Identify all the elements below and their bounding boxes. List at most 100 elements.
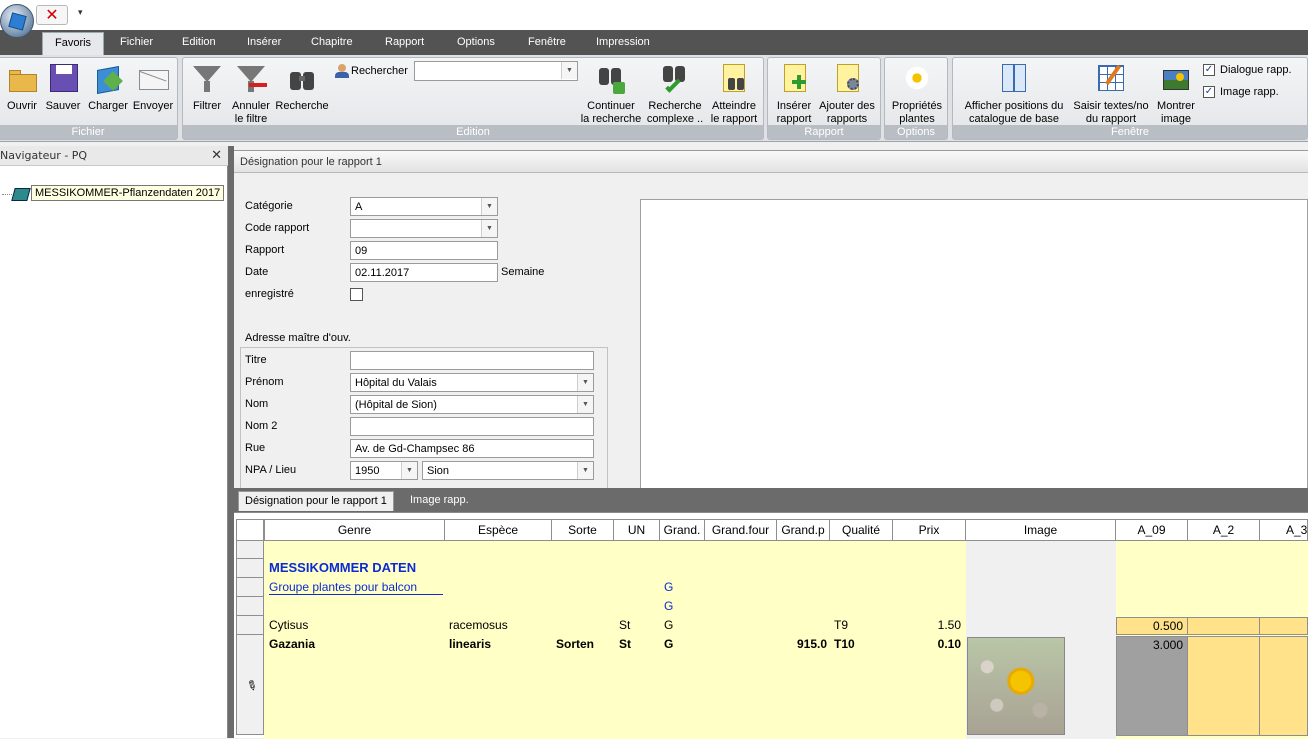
quick-access-dropdown-icon[interactable]: ▾ <box>78 8 83 18</box>
rapport-input[interactable]: 09 <box>350 241 498 260</box>
rue-input[interactable]: Av. de Gd-Champsec 86 <box>350 439 594 458</box>
afficher-positions-button[interactable]: Afficher positions du catalogue de base <box>957 62 1071 126</box>
row2-grand[interactable]: G <box>664 637 673 651</box>
npa-select[interactable]: 1950 ▼ <box>350 461 418 480</box>
categorie-select[interactable]: A ▼ <box>350 197 498 216</box>
atteindre-rapport-button[interactable]: Atteindre le rapport <box>705 62 763 126</box>
annuler-filtre-button[interactable]: Annuler le filtre <box>229 62 273 126</box>
funnel-icon <box>191 62 223 94</box>
grid-heading: MESSIKOMMER DATEN <box>269 560 417 575</box>
row2-qualite[interactable]: T10 <box>834 637 855 651</box>
continuer-recherche-button[interactable]: Continuer la recherche <box>579 62 643 126</box>
rechercher-label: Rechercher <box>351 65 408 77</box>
row-header[interactable] <box>236 541 264 559</box>
chevron-down-icon[interactable]: ▼ <box>401 462 417 479</box>
nom2-input[interactable] <box>350 417 594 436</box>
chevron-down-icon[interactable]: ▼ <box>577 374 593 391</box>
chevron-down-icon[interactable]: ▼ <box>481 198 497 215</box>
col-a09[interactable]: A_09 <box>1116 519 1188 541</box>
recherche-button[interactable]: Recherche <box>275 62 329 113</box>
enregistre-label: enregistré <box>245 288 294 300</box>
col-genre[interactable]: Genre <box>264 519 445 541</box>
lieu-select[interactable]: Sion ▼ <box>422 461 594 480</box>
dialogue-rapp-checkbox[interactable]: ✓ Dialogue rapp. <box>1203 64 1292 77</box>
row1-a09[interactable]: 0.500 <box>1116 617 1188 635</box>
row2-un[interactable]: St <box>619 637 631 651</box>
row1-a3[interactable] <box>1260 617 1308 635</box>
tab-favoris[interactable]: Favoris <box>42 32 105 55</box>
montrer-image-button[interactable]: Montrer image <box>1151 62 1201 126</box>
col-un[interactable]: UN <box>614 519 660 541</box>
charger-button[interactable]: Charger <box>85 62 131 113</box>
row2-espece[interactable]: linearis <box>449 637 491 651</box>
envoyer-button[interactable]: Envoyer <box>131 62 175 113</box>
tab-designation[interactable]: Désignation pour le rapport 1 <box>238 491 394 511</box>
row1-a2[interactable] <box>1188 617 1260 635</box>
tab-options[interactable]: Options <box>457 36 495 48</box>
row2-grand-p[interactable]: 915.0 <box>767 637 827 651</box>
row1-espece[interactable]: racemosus <box>449 618 508 632</box>
chevron-down-icon[interactable]: ▼ <box>561 62 577 79</box>
col-grand-p[interactable]: Grand.p <box>777 519 830 541</box>
row2-genre[interactable]: Gazania <box>269 637 315 651</box>
code-rapport-select[interactable]: ▼ <box>350 219 498 238</box>
col-prix[interactable]: Prix <box>893 519 966 541</box>
row1-qualite[interactable]: T9 <box>834 618 848 632</box>
row2-a2[interactable] <box>1188 636 1260 736</box>
proprietes-plantes-button[interactable]: Propriétés plantes <box>887 62 947 126</box>
gazania-photo[interactable] <box>967 637 1065 735</box>
enregistre-checkbox[interactable] <box>350 288 363 301</box>
recherche-complexe-button[interactable]: Recherche complexe .. <box>645 62 705 126</box>
tab-fenetre[interactable]: Fenêtre <box>528 36 566 48</box>
row2-prix[interactable]: 0.10 <box>893 637 961 651</box>
close-icon[interactable]: ✕ <box>211 148 222 163</box>
col-espece[interactable]: Espèce <box>445 519 552 541</box>
row-header[interactable] <box>236 559 264 578</box>
rechercher-combobox[interactable]: ▼ <box>414 61 578 81</box>
rue-label: Rue <box>245 442 266 454</box>
col-a2[interactable]: A_2 <box>1188 519 1260 541</box>
navigator-panel: Navigateur - PQ ✕ MESSIKOMMER-Pflanzenda… <box>0 146 228 738</box>
row1-prix[interactable]: 1.50 <box>893 618 961 632</box>
col-sorte[interactable]: Sorte <box>552 519 614 541</box>
row2-a3[interactable] <box>1260 636 1308 736</box>
row1-un[interactable]: St <box>619 618 630 632</box>
col-grand-four[interactable]: Grand.four <box>705 519 777 541</box>
prenom-select[interactable]: Hôpital du Valais ▼ <box>350 373 594 392</box>
tab-inserer[interactable]: Insérer <box>247 36 281 48</box>
filtrer-button[interactable]: Filtrer <box>189 62 225 113</box>
close-icon[interactable]: ✕ <box>36 5 68 25</box>
row2-sorte[interactable]: Sorten <box>556 637 594 651</box>
ribbon-group-edition: Filtrer Annuler le filtre Recherche Reche… <box>182 57 764 140</box>
app-menu-orb[interactable] <box>0 4 34 38</box>
row-header[interactable] <box>236 616 264 635</box>
inserer-rapport-button[interactable]: Insérer rapport <box>772 62 816 126</box>
row1-grand[interactable]: G <box>664 618 673 632</box>
row-header-editing[interactable]: ✎ <box>236 635 264 735</box>
row1-genre[interactable]: Cytisus <box>269 618 308 632</box>
tab-image-rapp[interactable]: Image rapp. <box>404 491 475 511</box>
tab-chapitre[interactable]: Chapitre <box>311 36 353 48</box>
chevron-down-icon[interactable]: ▼ <box>481 220 497 237</box>
tab-fichier[interactable]: Fichier <box>120 36 153 48</box>
row-header[interactable] <box>236 597 264 616</box>
saisir-textes-button[interactable]: Saisir textes/no du rapport <box>1071 62 1151 126</box>
col-qualite[interactable]: Qualité <box>830 519 893 541</box>
ouvrir-button[interactable]: Ouvrir <box>3 62 41 113</box>
sauver-button[interactable]: Sauver <box>43 62 83 113</box>
nom-select[interactable]: (Hôpital de Sion) ▼ <box>350 395 594 414</box>
date-input[interactable]: 02.11.2017 <box>350 263 498 282</box>
titre-input[interactable] <box>350 351 594 370</box>
chevron-down-icon[interactable]: ▼ <box>577 462 593 479</box>
col-a3[interactable]: A_3 <box>1260 519 1308 541</box>
image-rapp-checkbox[interactable]: ✓ Image rapp. <box>1203 86 1279 99</box>
row-header[interactable] <box>236 578 264 597</box>
tab-edition[interactable]: Edition <box>182 36 216 48</box>
row2-a09[interactable]: 3.000 <box>1116 636 1188 736</box>
tab-impression[interactable]: Impression <box>596 36 650 48</box>
col-image[interactable]: Image <box>966 519 1116 541</box>
col-grand[interactable]: Grand. <box>660 519 705 541</box>
chevron-down-icon[interactable]: ▼ <box>577 396 593 413</box>
tab-rapport[interactable]: Rapport <box>385 36 424 48</box>
ajouter-rapports-button[interactable]: Ajouter des rapports <box>816 62 878 126</box>
